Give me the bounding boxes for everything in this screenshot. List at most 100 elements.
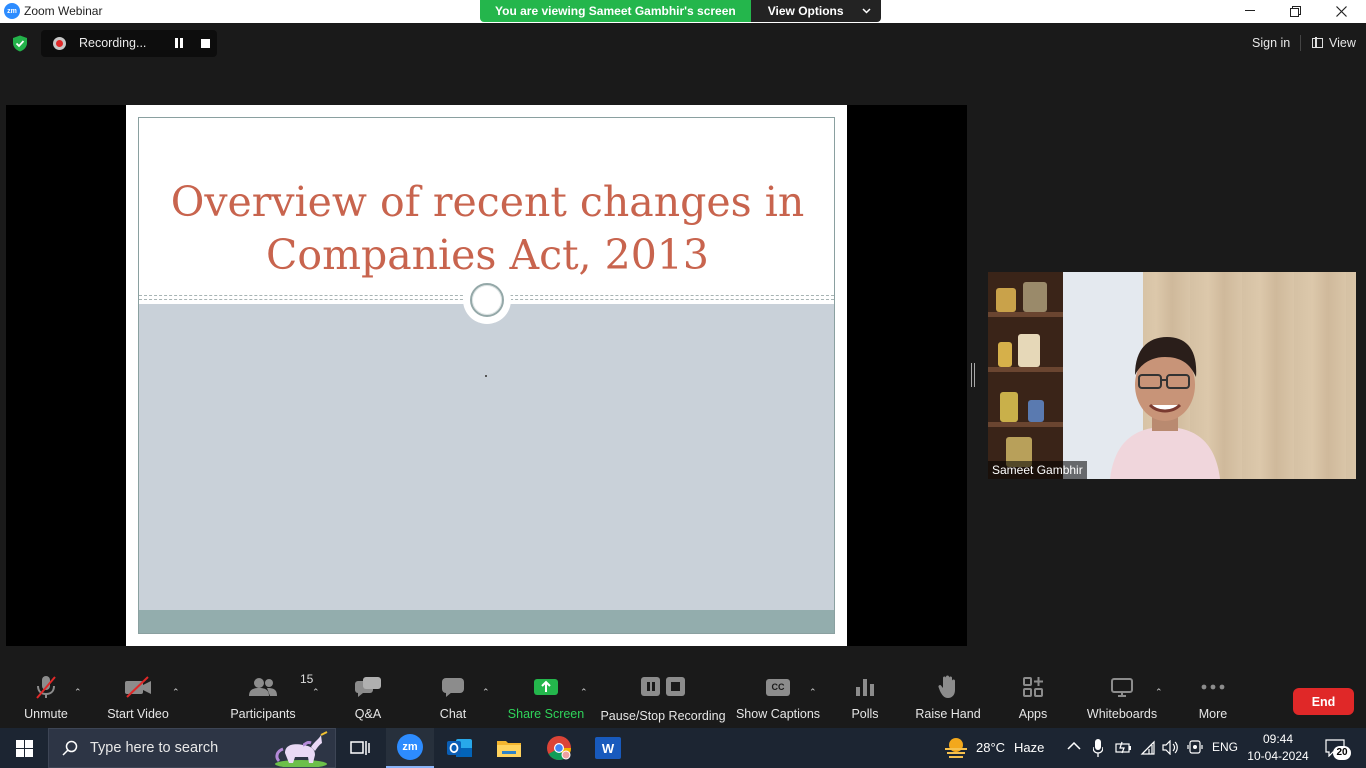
close-button[interactable]	[1318, 0, 1364, 22]
taskbar-word-app[interactable]: W	[584, 728, 632, 768]
viewing-screen-text: You are viewing Sameet Gambhir's screen	[480, 0, 751, 22]
chat-icon	[441, 672, 465, 702]
weather-haze-icon[interactable]	[944, 737, 968, 759]
taskbar-search-box[interactable]: Type here to search	[48, 728, 336, 768]
screen-record-tray-icon[interactable]	[1187, 740, 1203, 755]
share-options-caret-icon[interactable]: ⌃	[580, 688, 588, 697]
chat-label: Chat	[439, 707, 467, 721]
chevron-down-icon	[862, 8, 871, 14]
task-view-icon	[350, 741, 370, 755]
clock-time: 09:44	[1262, 732, 1294, 746]
apps-icon	[1022, 672, 1044, 702]
apps-label: Apps	[1018, 707, 1048, 721]
zoom-logo-icon: zm	[4, 3, 20, 19]
chat-options-caret-icon[interactable]: ⌃	[482, 688, 490, 697]
search-placeholder: Type here to search	[90, 740, 219, 756]
unmute-button[interactable]: Unmute	[18, 672, 74, 728]
sign-in-button[interactable]: Sign in	[1244, 31, 1298, 55]
captions-options-caret-icon[interactable]: ⌃	[809, 688, 817, 697]
folder-icon	[497, 741, 521, 757]
slide-title-line-1: Overview of recent changes in	[170, 178, 805, 226]
taskbar-chrome-app[interactable]	[535, 728, 583, 768]
slide-frame: Overview of recent changes in Companies …	[138, 117, 835, 634]
notification-center-button[interactable]: 20	[1324, 736, 1352, 760]
polls-label: Polls	[851, 707, 879, 721]
show-captions-button[interactable]: CC Show Captions	[736, 672, 820, 728]
polls-icon	[855, 672, 875, 702]
taskbar-clock[interactable]: 09:44 10-04-2024	[1246, 731, 1310, 765]
slide-title-line-2: Companies Act, 2013	[266, 231, 709, 279]
slide-ornament-circle	[463, 276, 511, 324]
whiteboards-button[interactable]: Whiteboards	[1084, 672, 1160, 728]
zoom-app-icon: zm	[397, 734, 423, 760]
restore-button[interactable]	[1272, 0, 1318, 22]
windows-logo-icon	[15, 739, 33, 757]
slide-title: Overview of recent changes in Companies …	[139, 176, 836, 282]
more-button[interactable]: More	[1194, 672, 1232, 728]
wifi-icon[interactable]	[1140, 740, 1156, 755]
video-options-caret-icon[interactable]: ⌃	[172, 688, 180, 697]
participants-count: 15	[300, 672, 314, 686]
encryption-shield-icon[interactable]	[12, 35, 28, 52]
more-label: More	[1198, 707, 1228, 721]
start-button[interactable]	[0, 728, 48, 768]
share-screen-icon	[533, 672, 559, 702]
window-title: Zoom Webinar	[24, 4, 103, 18]
window-titlebar: zm Zoom Webinar You are viewing Sameet G…	[0, 0, 1366, 23]
whiteboards-options-caret-icon[interactable]: ⌃	[1155, 688, 1163, 697]
pause-stop-recording-label: Pause/Stop Recording	[600, 709, 726, 723]
participants-label: Participants	[230, 707, 296, 721]
participants-options-caret-icon[interactable]: ⌃	[312, 688, 320, 697]
slide-content-band	[139, 304, 834, 610]
qa-icon	[354, 672, 382, 702]
polls-button[interactable]: Polls	[846, 672, 884, 728]
battery-icon[interactable]	[1115, 741, 1133, 754]
taskbar-zoom-app[interactable]: zm	[386, 728, 434, 768]
video-background-shelf	[988, 272, 1063, 479]
minimize-button[interactable]	[1227, 0, 1273, 22]
clock-date: 10-04-2024	[1247, 749, 1309, 763]
start-video-button[interactable]: Start Video	[104, 672, 172, 728]
restore-icon	[1289, 5, 1301, 17]
meeting-toolbar: Unmute ⌃ Start Video ⌃ 15 Participants ⌃…	[0, 672, 1366, 728]
chat-button[interactable]: Chat	[433, 672, 473, 728]
microphone-icon[interactable]	[1093, 739, 1103, 757]
weather-temperature[interactable]: 28°C	[976, 740, 1005, 755]
qa-label: Q&A	[354, 707, 382, 721]
speaker-icon[interactable]	[1162, 740, 1180, 755]
participants-button[interactable]: 15 Participants	[228, 672, 313, 728]
whiteboard-icon	[1111, 672, 1133, 702]
search-icon	[62, 740, 78, 756]
raise-hand-button[interactable]: Raise Hand	[915, 672, 981, 728]
muted-microphone-icon	[34, 672, 58, 702]
unmute-label: Unmute	[24, 707, 68, 721]
participant-video-tile[interactable]: Sameet Gambhir	[988, 272, 1356, 479]
participant-person	[1110, 337, 1220, 479]
share-screen-label: Share Screen	[507, 707, 585, 721]
chevron-up-icon[interactable]	[1067, 742, 1081, 750]
video-off-icon	[124, 672, 152, 702]
whiteboards-label: Whiteboards	[1086, 707, 1158, 721]
stop-recording-icon[interactable]	[201, 39, 210, 48]
pause-stop-recording-button[interactable]: Pause/Stop Recording	[600, 672, 726, 728]
participant-name-label: Sameet Gambhir	[988, 461, 1087, 479]
audio-options-caret-icon[interactable]: ⌃	[74, 688, 82, 697]
panel-resize-handle[interactable]	[971, 363, 975, 387]
start-video-label: Start Video	[107, 707, 169, 721]
taskbar-file-explorer-app[interactable]	[485, 728, 533, 768]
input-language[interactable]: ENG	[1212, 740, 1238, 754]
participants-icon: 15	[249, 672, 313, 702]
qa-button[interactable]: Q&A	[348, 672, 388, 728]
end-button[interactable]: End	[1293, 688, 1354, 715]
apps-button[interactable]: Apps	[1014, 672, 1052, 728]
weather-description[interactable]: Haze	[1014, 740, 1044, 755]
share-screen-button[interactable]: Share Screen	[508, 672, 584, 728]
taskbar-outlook-app[interactable]	[436, 728, 484, 768]
windows-taskbar: Type here to search zm W 28°C Haze ENG 0…	[0, 728, 1366, 768]
task-view-button[interactable]	[336, 728, 384, 768]
view-button[interactable]: View	[1306, 31, 1362, 55]
pause-recording-icon[interactable]	[174, 38, 184, 49]
minimize-icon	[1245, 10, 1255, 11]
view-options-button[interactable]: View Options	[750, 0, 881, 22]
raise-hand-icon	[938, 672, 958, 702]
